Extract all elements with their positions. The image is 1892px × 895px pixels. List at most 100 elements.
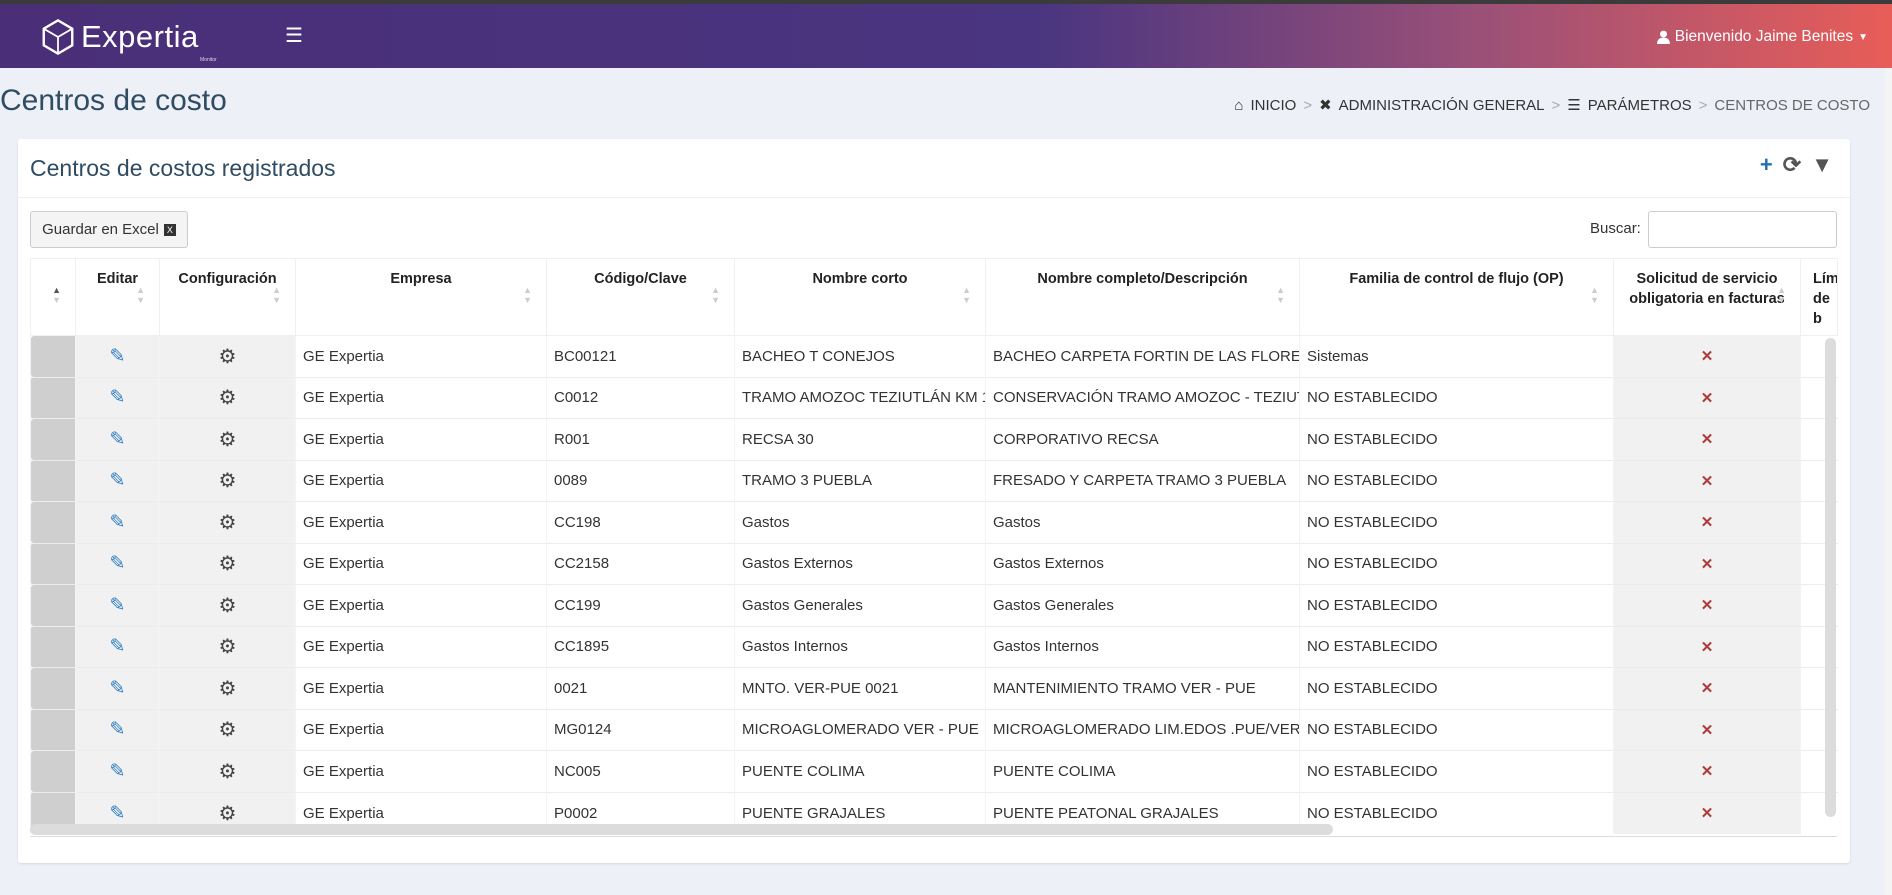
x-icon: ✕: [1700, 555, 1714, 573]
edit-icon: ✎: [109, 677, 126, 699]
edit-button[interactable]: ✎: [75, 667, 160, 709]
column-header-label: Código/Clave: [594, 271, 687, 287]
row-select-cell[interactable]: [30, 335, 76, 377]
gear-icon: ⚙: [218, 802, 237, 825]
config-button[interactable]: ⚙: [159, 459, 296, 502]
table-cell: CC198: [546, 501, 735, 543]
row-select-cell[interactable]: [30, 459, 76, 502]
menu-toggle-icon[interactable]: ☰: [285, 23, 303, 48]
edit-button[interactable]: ✎: [75, 625, 160, 668]
column-header-label: Nombre completo/Descripción: [1037, 271, 1248, 287]
table-cell: GE Expertia: [295, 459, 547, 502]
config-button[interactable]: ⚙: [159, 750, 296, 792]
row-select-cell[interactable]: [30, 584, 76, 626]
column-header[interactable]: Código/Clave ▲ ▼: [546, 258, 735, 336]
edit-button[interactable]: ✎: [75, 750, 160, 792]
breadcrumb-inicio[interactable]: INICIO: [1250, 97, 1296, 114]
edit-button[interactable]: ✎: [75, 708, 160, 751]
edit-icon: ✎: [109, 802, 126, 824]
row-select-cell[interactable]: [30, 750, 76, 792]
config-button[interactable]: ⚙: [159, 584, 296, 626]
column-header[interactable]: Familia de control de flujo (OP) ▲ ▼: [1299, 258, 1614, 336]
column-header[interactable]: ▲ ▼: [30, 258, 76, 336]
config-button[interactable]: ⚙: [159, 708, 296, 751]
breadcrumb-parametros[interactable]: PARÁMETROS: [1588, 97, 1692, 114]
edit-button[interactable]: ✎: [75, 418, 160, 460]
table-cell: 0089: [546, 459, 735, 502]
column-header-label: Empresa: [390, 271, 452, 287]
table-cell: NO ESTABLECIDO: [1299, 459, 1614, 502]
table-cell: GE Expertia: [295, 750, 547, 792]
table-row: ✎ ⚙ GE Expertia 0021 MNTO. VER-PUE 0021 MANTE…: [30, 667, 1838, 709]
card-title: Centros de costos registrados: [30, 155, 336, 181]
user-menu[interactable]: Bienvenido Jaime Benites ▼: [1656, 28, 1868, 46]
config-button[interactable]: ⚙: [159, 335, 296, 377]
row-select-cell[interactable]: [30, 501, 76, 543]
add-icon[interactable]: +: [1760, 152, 1773, 178]
table-row: ✎ ⚙ GE Expertia NC005 PUENTE COLIMA PUENTE CO…: [30, 750, 1838, 792]
config-button[interactable]: ⚙: [159, 667, 296, 709]
row-select-cell[interactable]: [30, 708, 76, 751]
table-row: ✎ ⚙ GE Expertia MG0124 MICROAGLOMERADO VER -…: [30, 708, 1838, 751]
column-header[interactable]: Lím de b: [1800, 258, 1838, 336]
sort-icon: ▲ ▼: [1276, 285, 1285, 305]
edit-button[interactable]: ✎: [75, 376, 160, 419]
row-select-cell[interactable]: [30, 418, 76, 460]
filter-icon[interactable]: ▼: [1811, 152, 1833, 178]
sort-icon: ▲ ▼: [523, 285, 532, 305]
column-header-label: Configuración: [178, 271, 277, 287]
table-cell: Gastos: [734, 501, 986, 543]
table-cell: GE Expertia: [295, 418, 547, 460]
horizontal-scrollbar[interactable]: [30, 824, 1333, 835]
column-header[interactable]: Solicitud de servicio obligatoria en fac…: [1613, 258, 1801, 336]
column-header[interactable]: Empresa ▲ ▼: [295, 258, 547, 336]
table-cell: NO ESTABLECIDO: [1299, 584, 1614, 626]
refresh-icon[interactable]: ⟳: [1783, 152, 1801, 178]
column-header[interactable]: Configuración ▲ ▼: [159, 258, 296, 336]
breadcrumb-administracion[interactable]: ADMINISTRACIÓN GENERAL: [1339, 97, 1545, 114]
gear-icon: ⚙: [218, 760, 237, 783]
vertical-scrollbar[interactable]: [1825, 338, 1836, 817]
config-button[interactable]: ⚙: [159, 625, 296, 668]
column-header[interactable]: Editar ▲ ▼: [75, 258, 160, 336]
column-header[interactable]: Nombre corto ▲ ▼: [734, 258, 986, 336]
column-header-label: Familia de control de flujo (OP): [1349, 271, 1564, 287]
config-button[interactable]: ⚙: [159, 418, 296, 460]
table-cell: Gastos Externos: [734, 542, 986, 585]
row-select-cell[interactable]: [30, 376, 76, 419]
breadcrumb-separator: >: [1551, 96, 1561, 114]
search-input[interactable]: [1648, 211, 1837, 248]
config-button[interactable]: ⚙: [159, 376, 296, 419]
window-scrollbar[interactable]: [1885, 68, 1892, 895]
config-button[interactable]: ⚙: [159, 542, 296, 585]
table-cell: GE Expertia: [295, 335, 547, 377]
edit-button[interactable]: ✎: [75, 501, 160, 543]
brand-logo[interactable]: Expertia Monitor: [40, 18, 217, 63]
sort-icon: ▲ ▼: [52, 285, 61, 305]
export-excel-button[interactable]: Guardar en Excel X: [30, 211, 188, 248]
column-header-label: Nombre corto: [812, 271, 908, 287]
table-cell: GE Expertia: [295, 376, 547, 419]
edit-button[interactable]: ✎: [75, 542, 160, 585]
x-icon: ✕: [1700, 514, 1714, 532]
row-select-cell[interactable]: [30, 625, 76, 668]
table-cell: 0021: [546, 667, 735, 709]
solicitud-cell: ✕: [1613, 708, 1801, 751]
solicitud-cell: ✕: [1613, 418, 1801, 460]
row-select-cell[interactable]: [30, 667, 76, 709]
table-cell: CC199: [546, 584, 735, 626]
table-cell: CC2158: [546, 542, 735, 585]
edit-button[interactable]: ✎: [75, 584, 160, 626]
config-button[interactable]: ⚙: [159, 501, 296, 543]
edit-button[interactable]: ✎: [75, 335, 160, 377]
row-select-cell[interactable]: [30, 542, 76, 585]
x-icon: ✕: [1700, 805, 1714, 822]
table-row: ✎ ⚙ GE Expertia CC2158 Gastos Externos Gastos…: [30, 542, 1838, 585]
table-cell: CORPORATIVO RECSA: [985, 418, 1300, 460]
table-cell: FRESADO Y CARPETA TRAMO 3 PUEBLA: [985, 459, 1300, 502]
x-icon: ✕: [1700, 638, 1714, 656]
column-header[interactable]: Nombre completo/Descripción ▲ ▼: [985, 258, 1300, 336]
edit-button[interactable]: ✎: [75, 459, 160, 502]
table-cell: NO ESTABLECIDO: [1299, 667, 1614, 709]
edit-icon: ✎: [109, 760, 126, 782]
